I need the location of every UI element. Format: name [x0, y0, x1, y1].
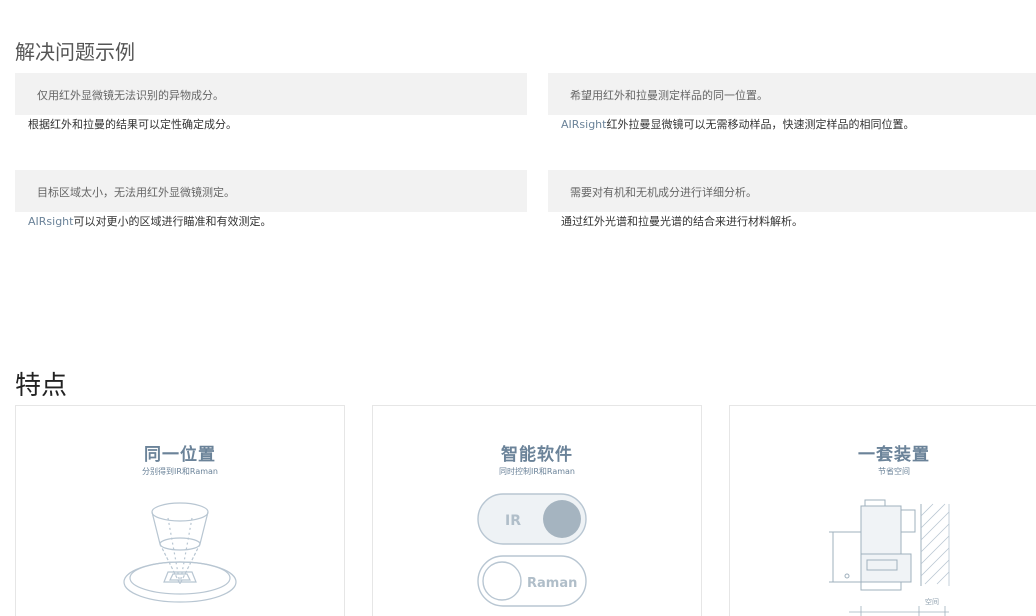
examples-title: 解决问题示例 [15, 40, 135, 64]
feature-subtitle: 同时控制IR和Raman [499, 467, 575, 476]
example-card-4: 需要对有机和无机成分进行详细分析。 通过红外光谱和拉曼光谱的结合来进行材料解析。 [548, 170, 1036, 230]
instrument-space-icon: 空间 [829, 499, 950, 616]
example-problem: 希望用红外和拉曼测定样品的同一位置。 [548, 73, 1036, 115]
solution-text: 可以对更小的区域进行瞄准和有效测定。 [73, 215, 272, 228]
feature-title: 智能软件 [501, 445, 573, 465]
example-solution: AIRsight可以对更小的区域进行瞄准和有效测定。 [15, 212, 527, 230]
feature-title: 一套装置 [858, 445, 930, 465]
example-problem: 目标区域太小，无法用红外显微镜测定。 [15, 170, 527, 212]
feature-title: 同一位置 [144, 445, 216, 465]
feature-subtitle: 分别得到IR和Raman [142, 467, 218, 476]
solution-text: 红外拉曼显微镜可以无需移动样品，快速测定样品的相同位置。 [606, 118, 915, 131]
example-solution: 根据红外和拉曼的结果可以定性确定成分。 [15, 115, 527, 133]
solution-text: 根据红外和拉曼的结果可以定性确定成分。 [28, 118, 237, 131]
space-label: 空间 [925, 597, 939, 606]
toggle-raman-label: Raman [527, 576, 577, 591]
solution-text: 通过红外光谱和拉曼光谱的结合来进行材料解析。 [561, 215, 803, 228]
example-card-2: 希望用红外和拉曼测定样品的同一位置。 AIRsight红外拉曼显微镜可以无需移动… [548, 73, 1036, 133]
feature-subtitle: 节省空间 [878, 467, 910, 476]
toggle-ir-label: IR [505, 513, 521, 529]
example-solution: 通过红外光谱和拉曼光谱的结合来进行材料解析。 [548, 212, 1036, 230]
example-problem: 仅用红外显微镜无法识别的异物成分。 [15, 73, 527, 115]
solution-prefix: AIRsight [28, 215, 74, 228]
features-title: 特点 [15, 371, 68, 401]
example-card-3: 目标区域太小，无法用红外显微镜测定。 AIRsight可以对更小的区域进行瞄准和… [15, 170, 527, 230]
example-problem: 需要对有机和无机成分进行详细分析。 [548, 170, 1036, 212]
ir-raman-toggle-icon: IR Raman [477, 493, 587, 607]
example-solution: AIRsight红外拉曼显微镜可以无需移动样品，快速测定样品的相同位置。 [548, 115, 1036, 133]
feature-card-smart-software: 智能软件 同时控制IR和Raman IR Raman [372, 405, 702, 616]
feature-card-same-position: 同一位置 分别得到IR和Raman [15, 405, 345, 616]
solution-prefix: AIRsight [561, 118, 607, 131]
page: 解决问题示例 仅用红外显微镜无法识别的异物成分。 根据红外和拉曼的结果可以定性确… [0, 0, 1036, 616]
feature-card-one-device: 一套装置 节省空间 空间 [729, 405, 1036, 616]
example-card-1: 仅用红外显微镜无法识别的异物成分。 根据红外和拉曼的结果可以定性确定成分。 [15, 73, 527, 133]
microscope-beam-icon [123, 502, 237, 603]
